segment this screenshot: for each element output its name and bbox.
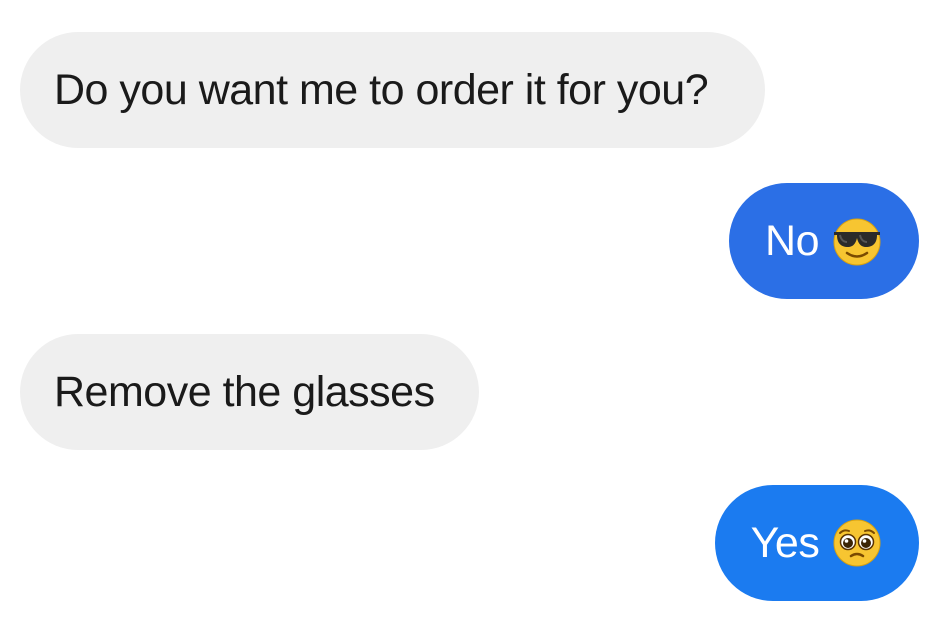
pleading-face-icon [831,517,883,569]
incoming-message-bubble[interactable]: Remove the glasses [20,334,479,450]
outgoing-message-bubble[interactable]: Yes [715,485,919,601]
incoming-message-bubble[interactable]: Do you want me to order it for you? [20,32,765,148]
outgoing-message-bubble[interactable]: No [729,183,919,299]
message-text: Yes [750,518,820,567]
message-text: No [765,216,819,265]
message-text: Remove the glasses [54,367,435,416]
sunglasses-face-icon [831,215,883,267]
message-text: Do you want me to order it for you? [54,65,709,114]
